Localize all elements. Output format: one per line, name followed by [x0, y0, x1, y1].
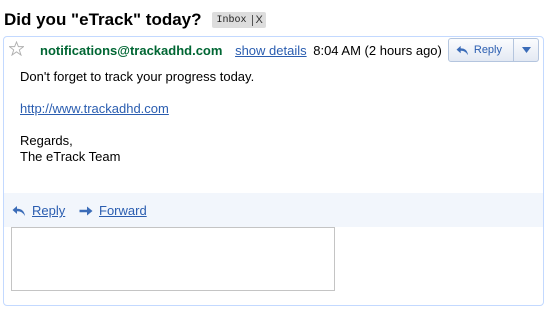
message-footer: Reply Forward — [4, 193, 543, 227]
footer-reply-label: Reply — [32, 203, 66, 218]
footer-forward-link[interactable]: Forward — [79, 203, 147, 218]
reply-button-label: Reply — [473, 44, 502, 56]
inbox-label-chip: Inbox X — [211, 12, 266, 28]
forward-arrow-icon — [79, 206, 93, 215]
message-subject: Did you "eTrack" today? — [4, 10, 202, 29]
message-header: notifications@trackadhd.com show details… — [40, 43, 442, 58]
triangle-down-icon — [521, 47, 531, 53]
more-options-button[interactable] — [514, 39, 538, 61]
sender-name[interactable]: notifications@trackadhd.com — [40, 43, 222, 58]
message-card: notifications@trackadhd.com show details… — [3, 36, 544, 306]
body-line: Don't forget to track your progress toda… — [20, 69, 255, 84]
star-icon[interactable] — [9, 41, 24, 56]
footer-reply-link[interactable]: Reply — [12, 203, 65, 218]
footer-forward-label: Forward — [99, 203, 147, 218]
quick-reply-box[interactable] — [11, 227, 335, 291]
reply-arrow-icon — [12, 205, 25, 216]
inbox-label[interactable]: Inbox — [217, 15, 247, 26]
signature-line: The eTrack Team — [20, 149, 121, 164]
body-link[interactable]: http://www.trackadhd.com — [20, 101, 169, 116]
reply-button-group: Reply — [447, 38, 539, 62]
message-body: Don't forget to track your progress toda… — [20, 69, 254, 165]
regards-line: Regards, — [20, 133, 73, 148]
reply-button[interactable]: Reply — [449, 39, 514, 61]
show-details-link[interactable]: show details — [235, 43, 307, 58]
message-time: 8:04 AM (2 hours ago) — [313, 43, 442, 58]
subject-row: Did you "eTrack" today? Inbox X — [4, 9, 266, 31]
reply-arrow-icon — [456, 45, 468, 55]
remove-label-button[interactable]: X — [256, 14, 263, 26]
label-separator — [251, 14, 253, 26]
